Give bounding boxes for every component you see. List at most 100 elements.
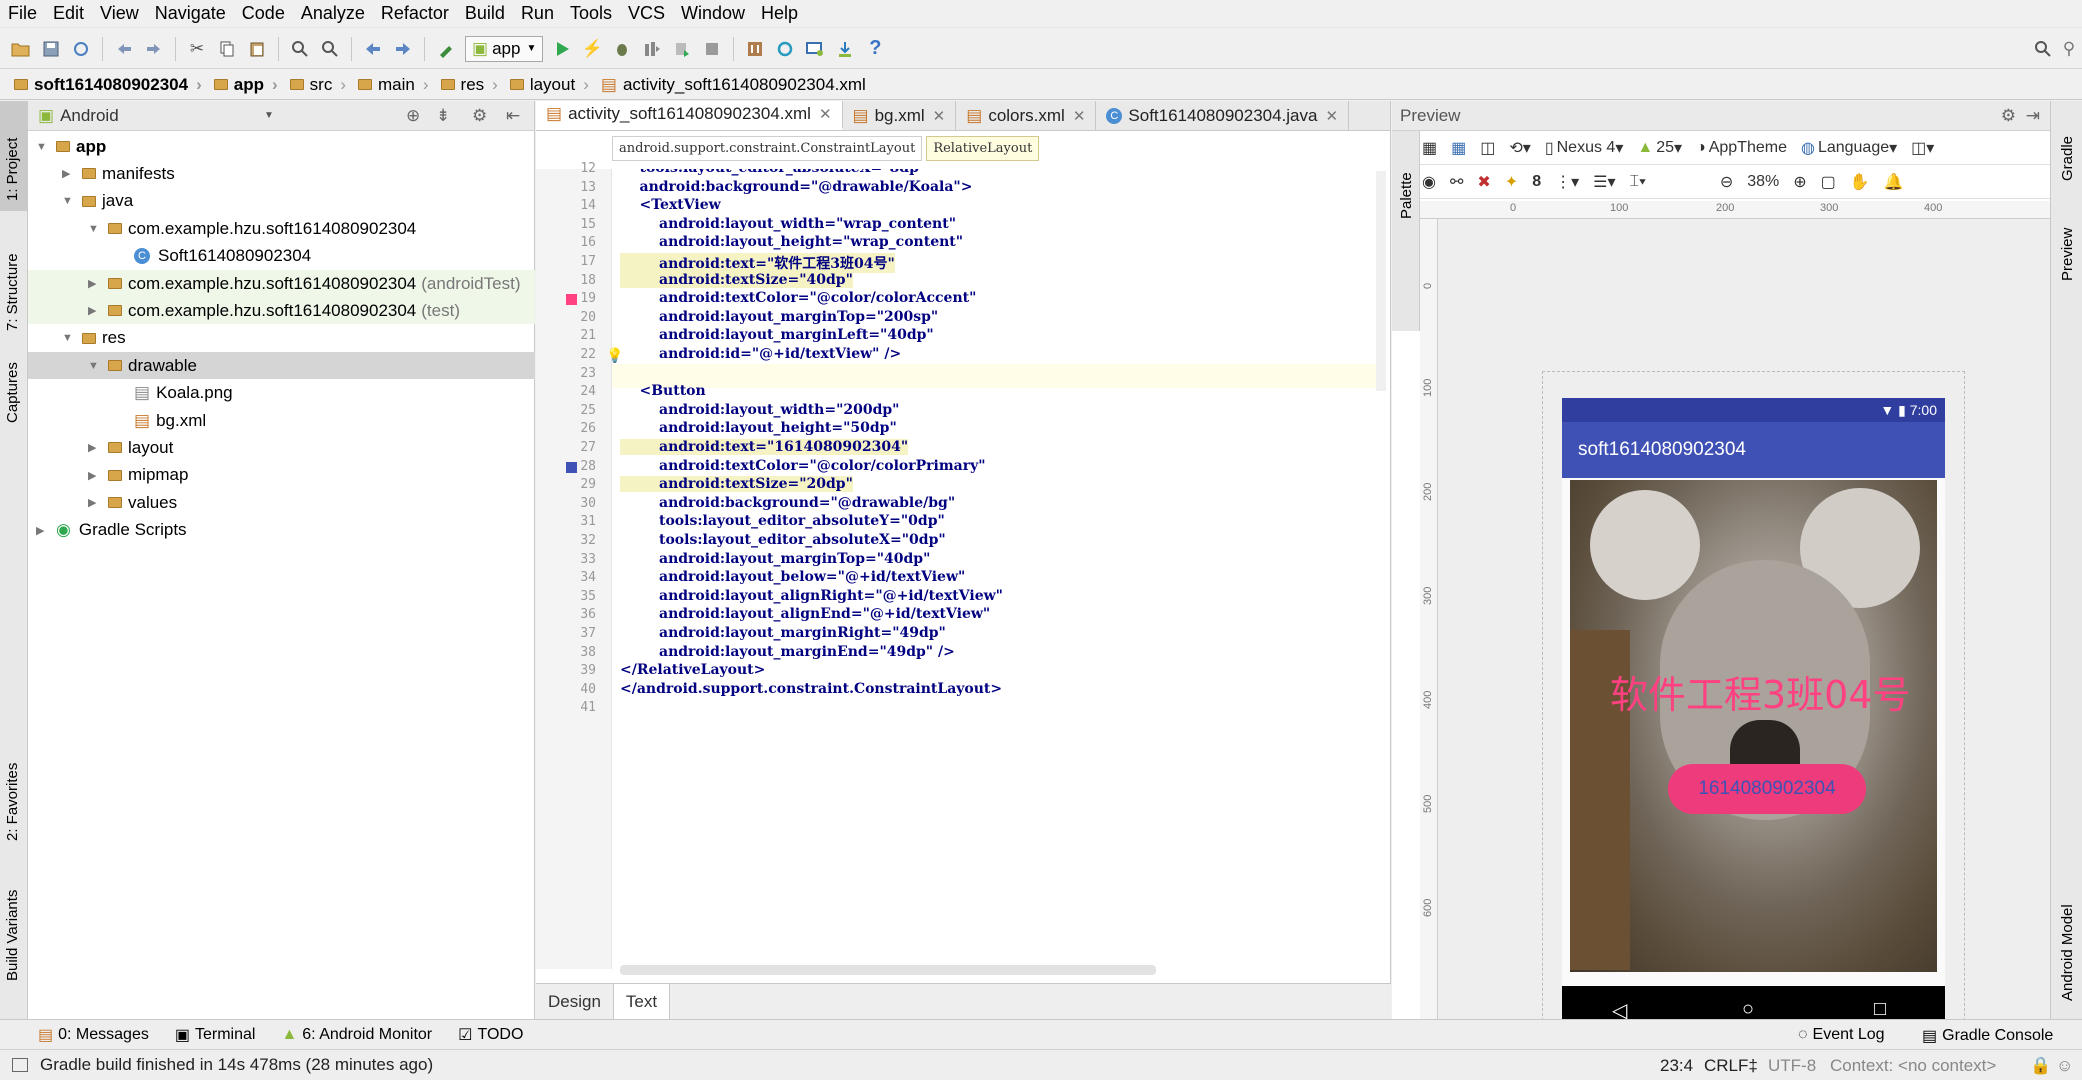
tree-item[interactable]: ▶ mipmap (28, 462, 535, 489)
sync-gradle-icon[interactable] (772, 36, 798, 62)
toggle-tool-windows-icon[interactable] (12, 1058, 28, 1072)
code-line[interactable]: android:layout_alignRight="@+id/textView… (620, 588, 1003, 604)
device-manager-icon[interactable] (802, 36, 828, 62)
code-area[interactable]: tools:layout_editor_absoluteX="8dp" andr… (536, 169, 1382, 969)
copy-icon[interactable] (214, 36, 240, 62)
tree-item[interactable]: ▼ java (28, 188, 535, 215)
menu-tools[interactable]: Tools (562, 3, 620, 24)
theme-select[interactable]: ◑ AppTheme (1696, 139, 1787, 157)
android-monitor-tool-button[interactable]: ▲ 6: Android Monitor (281, 1026, 432, 1044)
orientation-icon[interactable]: ⟲▾ (1509, 138, 1530, 158)
code-line[interactable]: android:layout_alignEnd="@+id/textView" (620, 606, 990, 622)
zoom-in-icon[interactable]: ⊕ (1793, 172, 1806, 192)
collapse-arrow-icon[interactable]: ▶ (88, 441, 102, 454)
language-select[interactable]: ◍ Language ▾ (1801, 138, 1897, 158)
vertical-scrollbar[interactable] (1376, 171, 1386, 391)
code-line[interactable]: android:layout_height="50dp" (620, 420, 897, 436)
code-line[interactable]: </RelativeLayout> (620, 662, 765, 678)
tab-text[interactable]: Text (613, 984, 671, 1019)
default-margin[interactable]: 8 (1532, 173, 1541, 191)
tree-item[interactable]: ▶ layout (28, 434, 535, 461)
expand-arrow-icon[interactable]: ▼ (36, 141, 50, 153)
preview-button[interactable]: 1614080902304 (1668, 764, 1866, 814)
hide-panel-icon[interactable]: ⇥ (2026, 106, 2040, 126)
tree-item[interactable]: ▤ bg.xml (28, 407, 535, 434)
menu-file[interactable]: File (0, 3, 45, 24)
breadcrumb-item-project[interactable]: soft1614080902304 › (8, 75, 208, 95)
tree-item[interactable]: ▼ res (28, 325, 535, 352)
terminal-tool-button[interactable]: ▣ Terminal (175, 1025, 256, 1045)
code-line[interactable]: android:background="@drawable/bg" (620, 495, 955, 511)
back-icon[interactable] (360, 36, 386, 62)
collapse-all-icon[interactable]: ⇟ (436, 106, 450, 126)
breadcrumb-item-app[interactable]: app › (208, 75, 284, 95)
code-line[interactable]: android:textSize="20dp" (620, 476, 853, 493)
collapse-arrow-icon[interactable]: ▶ (36, 524, 50, 537)
menu-view[interactable]: View (92, 3, 147, 24)
forward-icon[interactable] (390, 36, 416, 62)
menu-help[interactable]: Help (753, 3, 806, 24)
tree-item[interactable]: ▶ manifests (28, 160, 535, 187)
tab-bg-xml[interactable]: ▤ bg.xml ✕ (843, 101, 957, 130)
menu-vcs[interactable]: VCS (620, 3, 673, 24)
menu-build[interactable]: Build (457, 3, 513, 24)
menu-refactor[interactable]: Refactor (373, 3, 457, 24)
chevron-down-icon[interactable]: ▼ (264, 110, 274, 121)
hide-panel-icon[interactable]: ⇤ (506, 106, 520, 126)
tab-java-file[interactable]: C Soft1614080902304.java ✕ (1096, 101, 1350, 130)
breadcrumb-item-res[interactable]: res › (435, 75, 504, 95)
help-icon[interactable]: ? (862, 36, 888, 62)
file-encoding[interactable]: UTF-8 (1768, 1056, 1816, 1076)
code-line[interactable]: android:text="1614080902304" (620, 439, 909, 455)
android-model-tool-button[interactable]: Android Model (2059, 904, 2076, 1001)
tab-colors-xml[interactable]: ▤ colors.xml ✕ (956, 101, 1097, 130)
debug-icon[interactable] (609, 36, 635, 62)
tab-design[interactable]: Design (536, 984, 614, 1019)
code-line[interactable]: android:layout_below="@+id/textView" (620, 569, 965, 585)
tree-item[interactable]: ▤ Koala.png (28, 380, 535, 407)
code-line[interactable]: android:layout_marginEnd="49dp" /> (620, 644, 955, 660)
collapse-arrow-icon[interactable]: ▶ (88, 496, 102, 509)
code-line[interactable]: android:id="@+id/textView" /> (620, 346, 901, 362)
code-line[interactable]: android:layout_width="200dp" (620, 402, 899, 418)
tree-item[interactable]: ▶ ◉ Gradle Scripts (28, 517, 535, 544)
code-line[interactable]: android:textColor="@color/colorAccent" (620, 290, 976, 306)
intention-bulb-icon[interactable]: 💡 (606, 347, 623, 364)
undo-icon[interactable] (111, 36, 137, 62)
expand-arrow-icon[interactable]: ▼ (88, 223, 102, 235)
sdk-manager-icon[interactable] (742, 36, 768, 62)
menu-run[interactable]: Run (513, 3, 562, 24)
zoom-out-icon[interactable]: ⊖ (1720, 172, 1733, 192)
code-line[interactable]: <TextView (620, 197, 720, 213)
menu-analyze[interactable]: Analyze (293, 3, 373, 24)
clear-constraints-icon[interactable]: ✖ (1477, 172, 1490, 192)
code-line[interactable]: android:layout_width="wrap_content" (620, 216, 956, 232)
todo-tool-button[interactable]: ☑ TODO (458, 1025, 523, 1045)
blueprint-icon[interactable]: ▦ (1451, 138, 1466, 158)
code-line[interactable]: android:layout_marginTop="200sp" (620, 309, 938, 325)
code-line[interactable]: android:text="软件工程3班04号" (620, 253, 895, 273)
code-line[interactable]: tools:layout_editor_absoluteX="0dp" (620, 532, 946, 548)
inspector-icon[interactable]: ☺ (2056, 1056, 2073, 1076)
design-surface-icon[interactable]: ▦ (1422, 138, 1437, 158)
caret-position[interactable]: 23:4 (1660, 1056, 1693, 1076)
menu-code[interactable]: Code (234, 3, 293, 24)
notifications-icon[interactable]: 🔔 (1884, 172, 1904, 192)
xml-crumb-constraintlayout[interactable]: android.support.constraint.ConstraintLay… (612, 135, 923, 161)
code-line[interactable]: android:layout_height="wrap_content" (620, 234, 963, 250)
code-line[interactable]: android:background="@drawable/Koala"> (620, 179, 972, 195)
breadcrumb-item-file[interactable]: ▤ activity_soft1614080902304.xml (595, 75, 872, 95)
collapse-arrow-icon[interactable]: ▶ (88, 469, 102, 482)
stop-icon[interactable] (699, 36, 725, 62)
horizontal-scrollbar[interactable] (620, 965, 1156, 975)
palette-tool-button[interactable]: Palette (1398, 172, 1415, 219)
zoom-fit-icon[interactable]: ▢ (1821, 172, 1836, 192)
tree-item[interactable]: ▼ com.example.hzu.soft1614080902304 (28, 215, 535, 242)
favorites-tool-button[interactable]: 2: Favorites (4, 763, 21, 841)
status-message[interactable]: Gradle build finished in 14s 478ms (28 m… (40, 1055, 433, 1075)
preview-tool-button[interactable]: Preview (2059, 228, 2076, 281)
menu-window[interactable]: Window (673, 3, 753, 24)
line-separator[interactable]: CRLF‡ (1704, 1056, 1758, 1076)
code-line[interactable]: android:textSize="40dp" (620, 271, 853, 288)
build-variants-tool-button[interactable]: Build Variants (4, 890, 21, 981)
